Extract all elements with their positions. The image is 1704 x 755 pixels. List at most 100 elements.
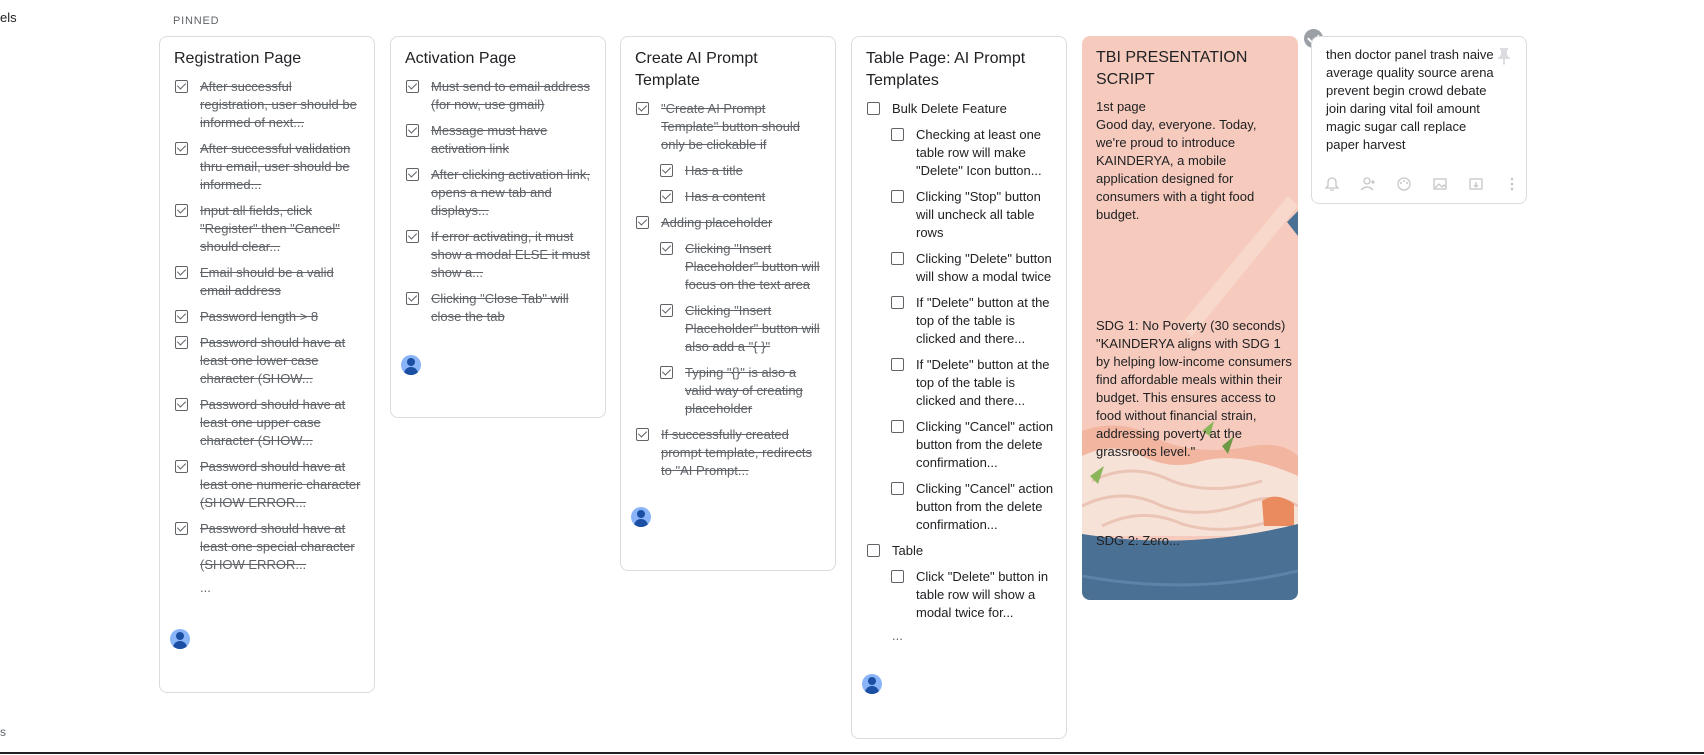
checklist-item[interactable]: Bulk Delete Feature [866,100,1054,118]
collaborator-avatar[interactable] [862,674,882,694]
checklist: Must send to email address (for now, use… [391,70,605,326]
note-card-create-ai-prompt-template[interactable]: Create AI Prompt Template "Create AI Pro… [620,36,836,571]
checkbox-unchecked-icon[interactable] [891,420,904,433]
checklist-item[interactable]: If error activating, it must show a moda… [405,228,593,282]
more-options-icon[interactable] [1504,176,1520,192]
checklist-item[interactable]: "Create AI Prompt Template" button shoul… [635,100,823,154]
checkbox-checked-icon[interactable] [660,242,673,255]
checkbox-checked-icon[interactable] [406,168,419,181]
checkbox-checked-icon[interactable] [406,292,419,305]
checklist-item[interactable]: Clicking "Insert Placeholder" button wil… [659,302,823,356]
checklist-item[interactable]: Password should have at least one specia… [174,520,362,574]
checklist-item[interactable]: Password length > 8 [174,308,362,326]
checklist-item[interactable]: Clicking "Cancel" action button from the… [890,418,1054,472]
checkbox-unchecked-icon[interactable] [891,358,904,371]
checklist-item-text: Password should have at least one upper … [200,397,346,448]
checklist-item[interactable]: Password should have at least one numeri… [174,458,362,512]
checklist-item[interactable]: Clicking "Delete" button will show a mod… [890,250,1054,286]
sidebar-label-fragment-bottom[interactable]: s [0,725,6,739]
checkbox-unchecked-icon[interactable] [867,544,880,557]
checklist-item-text: Bulk Delete Feature [892,101,1007,116]
checkbox-checked-icon[interactable] [660,190,673,203]
checklist-item[interactable]: Must send to email address (for now, use… [405,78,593,114]
checklist-item[interactable]: Email should be a valid email address [174,264,362,300]
checklist-item-text: Password should have at least one lower … [200,335,346,386]
reminder-icon[interactable] [1324,176,1340,192]
checkbox-checked-icon[interactable] [660,366,673,379]
checklist-item[interactable]: Input all fields, click "Register" then … [174,202,362,256]
checklist-item[interactable]: After clicking activation link, opens a … [405,166,593,220]
pin-icon[interactable] [1496,47,1512,65]
checklist-item[interactable]: Table [866,542,1054,560]
checklist-item-text: Input all fields, click "Register" then … [200,203,340,254]
sidebar-label-fragment[interactable]: els [0,10,17,25]
note-body-sdg2: SDG 2: Zero... [1096,533,1180,548]
checkbox-checked-icon[interactable] [175,398,188,411]
checkbox-checked-icon[interactable] [636,102,649,115]
palette-icon[interactable] [1396,176,1412,192]
checklist-item[interactable]: If "Delete" button at the top of the tab… [890,294,1054,348]
collaborator-icon[interactable] [1360,176,1376,192]
checklist-item-text: Clicking "Delete" button will show a mod… [916,251,1052,284]
checklist-item[interactable]: If successfully created prompt template,… [635,426,823,480]
note-toolbar [1324,176,1520,192]
checklist-item[interactable]: Clicking "Cancel" action button from the… [890,480,1054,534]
checklist-item[interactable]: Typing "{}" is also a valid way of creat… [659,364,823,418]
note-title: Create AI Prompt Template [635,50,758,89]
checkbox-checked-icon[interactable] [660,164,673,177]
checkbox-checked-icon[interactable] [175,80,188,93]
checkbox-checked-icon[interactable] [636,428,649,441]
checklist-item[interactable]: Clicking "Close Tab" will close the tab [405,290,593,326]
divider [0,752,1704,754]
checkbox-checked-icon[interactable] [175,204,188,217]
checklist-item[interactable]: Click "Delete" button in table row will … [890,568,1054,622]
collaborator-avatar[interactable] [170,629,190,649]
checklist-item-text: Password should have at least one specia… [200,521,355,572]
collaborator-avatar[interactable] [401,355,421,375]
checklist-item-text: Clicking "Close Tab" will close the tab [431,291,569,324]
checkbox-unchecked-icon[interactable] [867,102,880,115]
checkbox-checked-icon[interactable] [175,522,188,535]
checkbox-unchecked-icon[interactable] [891,296,904,309]
checkbox-checked-icon[interactable] [175,460,188,473]
checklist-item[interactable]: Checking at least one table row will mak… [890,126,1054,180]
checklist-item[interactable]: Password should have at least one upper … [174,396,362,450]
checklist-item[interactable]: Clicking "Stop" button will uncheck all … [890,188,1054,242]
checkbox-unchecked-icon[interactable] [891,482,904,495]
checklist-item[interactable]: After successful registration, user shou… [174,78,362,132]
checkbox-checked-icon[interactable] [175,310,188,323]
note-card-table-page[interactable]: Table Page: AI Prompt Templates Bulk Del… [851,36,1067,739]
checklist-item-text: Clicking "Insert Placeholder" button wil… [685,303,820,354]
checklist-item[interactable]: Has a title [659,162,823,180]
note-card-tbi-presentation[interactable]: TBI PRESENTATION SCRIPT 1st page Good da… [1082,36,1298,600]
checklist-item[interactable]: Message must have activation link [405,122,593,158]
checklist-item[interactable]: If "Delete" button at the top of the tab… [890,356,1054,410]
checklist-item[interactable]: Adding placeholder [635,214,823,232]
collaborator-avatar[interactable] [631,507,651,527]
checkbox-checked-icon[interactable] [406,124,419,137]
checkbox-unchecked-icon[interactable] [891,570,904,583]
note-title: TBI PRESENTATION SCRIPT [1096,49,1248,88]
checklist-item-text: Email should be a valid email address [200,265,334,298]
note-card-activation[interactable]: Activation Page Must send to email addre… [390,36,606,418]
checkbox-unchecked-icon[interactable] [891,128,904,141]
checkbox-checked-icon[interactable] [636,216,649,229]
checkbox-checked-icon[interactable] [175,142,188,155]
checklist-item[interactable]: Password should have at least one lower … [174,334,362,388]
checkbox-checked-icon[interactable] [406,80,419,93]
checkbox-checked-icon[interactable] [660,304,673,317]
checklist-item-text: Click "Delete" button in table row will … [916,569,1049,620]
checklist-item-text: If error activating, it must show a moda… [431,229,590,280]
checkbox-unchecked-icon[interactable] [891,252,904,265]
archive-icon[interactable] [1468,176,1484,192]
note-card-registration[interactable]: Registration Page After successful regis… [159,36,375,693]
image-icon[interactable] [1432,176,1448,192]
checkbox-checked-icon[interactable] [175,336,188,349]
note-card-untitled[interactable]: then doctor panel trash naive average qu… [1311,36,1527,204]
checkbox-unchecked-icon[interactable] [891,190,904,203]
checklist-item[interactable]: After successful validation thru email, … [174,140,362,194]
checklist-item[interactable]: Has a content [659,188,823,206]
checklist-item[interactable]: Clicking "Insert Placeholder" button wil… [659,240,823,294]
checkbox-checked-icon[interactable] [175,266,188,279]
checkbox-checked-icon[interactable] [406,230,419,243]
